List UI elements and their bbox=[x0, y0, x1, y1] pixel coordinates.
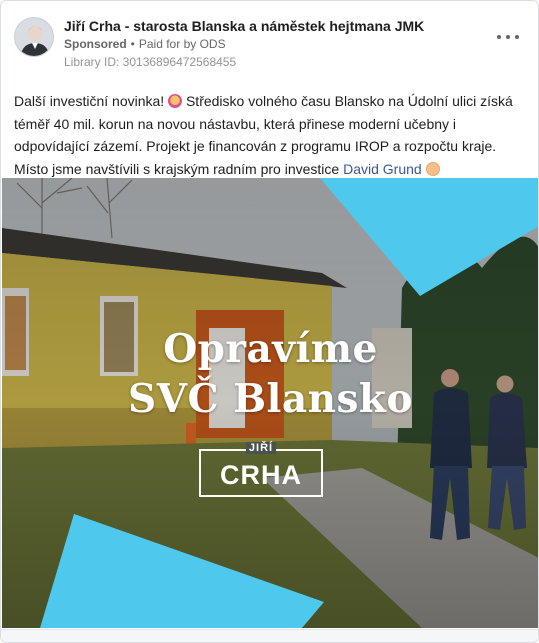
logo-first-name: JIŘÍ bbox=[201, 442, 321, 454]
page-name-link[interactable]: Jiří Crha - starosta Blanska a náměstek … bbox=[64, 18, 424, 34]
waving-hand-emoji-icon bbox=[425, 161, 440, 176]
post-text-segment: Místo jsme navštívili s krajským radním … bbox=[14, 160, 340, 177]
post-line-1: Další investiční novinka! Středisko voln… bbox=[14, 90, 529, 113]
profile-photo-icon bbox=[15, 18, 53, 56]
post-header: Jiří Crha - starosta Blanska a náměstek … bbox=[14, 17, 529, 73]
more-dot bbox=[497, 35, 501, 39]
logo-last-name: CRHA bbox=[220, 460, 302, 490]
star-struck-emoji-icon bbox=[168, 94, 183, 108]
library-id: Library ID: 301368964725684​55 bbox=[64, 55, 237, 69]
mention-link[interactable]: David Grund bbox=[343, 161, 422, 177]
headline-line-2: SVČ Blansko bbox=[128, 376, 413, 422]
card-footer bbox=[1, 629, 538, 642]
post-text-segment: Středisko volného času Blansko na Údolní… bbox=[185, 93, 513, 109]
ad-card: Jiří Crha - starosta Blanska a náměstek … bbox=[0, 0, 539, 643]
more-dot bbox=[515, 35, 519, 39]
headline-line-1: Opravíme bbox=[163, 326, 378, 372]
post-line-3: odpovídající zázemí. Projekt je financov… bbox=[14, 138, 497, 154]
logo-first-name-text: JIŘÍ bbox=[245, 442, 277, 454]
sponsored-label: Sponsored bbox=[64, 37, 127, 51]
post-text-segment: Další investiční novinka! bbox=[14, 93, 165, 109]
meta-separator: • bbox=[130, 37, 135, 51]
post-line-2: téměř 40 mil. korun na novou nástavbu, k… bbox=[14, 115, 457, 132]
more-dot bbox=[506, 35, 510, 39]
paid-for-by[interactable]: Paid for by ODS bbox=[139, 37, 226, 51]
post-body: Další investiční novinka! Středisko voln… bbox=[14, 90, 529, 180]
sponsor-info: Sponsored • Paid for by ODS bbox=[64, 37, 226, 51]
more-options-icon[interactable] bbox=[497, 29, 519, 45]
candidate-logo: JIŘÍ CRHA bbox=[199, 442, 323, 497]
page-avatar[interactable] bbox=[14, 17, 54, 57]
ad-image[interactable]: Opravíme SVČ Blansko JIŘÍ CRHA bbox=[2, 178, 538, 628]
post-line-4: Místo jsme navštívili s krajským radním … bbox=[14, 158, 529, 181]
